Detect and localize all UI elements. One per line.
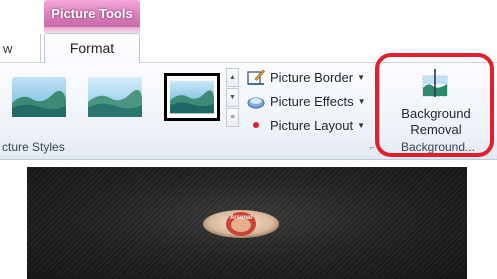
document-photo: Arsenal	[27, 167, 467, 279]
chevron-down-icon: ▼	[357, 72, 366, 82]
tab-view-partial[interactable]: w	[0, 35, 20, 63]
picture-layout-label: Picture Layout	[270, 117, 354, 133]
badge-text: Arsenal	[230, 215, 252, 221]
gallery-scroll-up-icon[interactable]: ▲	[226, 68, 239, 87]
picture-effects-button[interactable]: Picture Effects ▼	[247, 90, 366, 112]
picture-border-icon	[247, 68, 265, 86]
dialog-launcher-icon[interactable]: ⌐	[370, 143, 375, 152]
group-label-picture-styles: cture Styles	[2, 140, 65, 154]
landscape-icon	[12, 77, 66, 117]
gallery-scroll-down-icon[interactable]: ▼	[226, 88, 239, 107]
picture-style-thumbnail-1[interactable]	[12, 77, 66, 117]
gallery-scrollbar: ▲ ▼ ≡	[226, 68, 239, 128]
landscape-icon	[88, 77, 142, 117]
ribbon: Picture Tools w Format ▲ ▼ ≡ cture Style…	[0, 0, 497, 160]
picture-style-thumbnail-3-selected[interactable]	[164, 73, 220, 121]
picture-border-label: Picture Border	[270, 69, 354, 85]
picture-effects-label: Picture Effects	[270, 93, 354, 109]
chevron-down-icon: ▼	[357, 120, 366, 130]
chevron-down-icon: ▼	[357, 96, 366, 106]
picture-effects-icon	[247, 92, 265, 110]
picture-layout-icon	[247, 116, 265, 134]
highlight-circle	[375, 53, 494, 157]
picture-style-thumbnail-2[interactable]	[88, 77, 142, 117]
picture-tools-contextual-tab: Picture Tools	[44, 0, 140, 27]
tab-divider	[40, 34, 41, 63]
picture-border-button[interactable]: Picture Border ▼	[247, 66, 365, 88]
picture-layout-button[interactable]: Picture Layout ▼	[247, 114, 365, 136]
gallery-more-icon[interactable]: ≡	[226, 108, 239, 127]
tab-format[interactable]: Format	[44, 33, 140, 63]
landscape-icon	[170, 80, 214, 114]
badge-image: Arsenal	[202, 209, 280, 239]
